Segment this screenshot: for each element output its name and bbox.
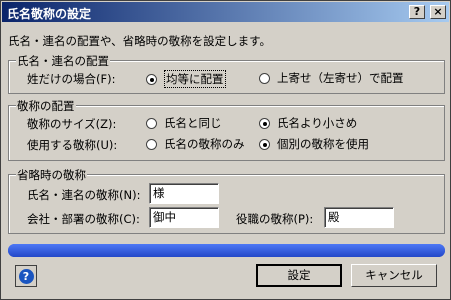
radio-top-align-placement[interactable]: 上寄せ（左寄せ）で配置 [259,70,404,86]
radio-label: 個別の敬称を使用 [277,137,369,151]
radio-label: 均等に配置 [164,70,226,88]
honorific-placement-group: 敬称の配置 敬称のサイズ(Z): 氏名と同じ 氏名より小さめ 使用する敬称(U)… [8,98,445,161]
radio-smaller-than-name[interactable]: 氏名より小さめ [259,115,357,131]
radio-indicator [259,117,270,129]
radio-label: 上寄せ（左寄せ）で配置 [277,71,404,85]
radio-label: 氏名より小さめ [277,116,358,130]
company-honorific-input[interactable]: 御中 [149,207,219,228]
radio-individual-honorific[interactable]: 個別の敬称を使用 [259,136,369,152]
radio-indicator [259,72,270,84]
placement-group: 氏名・連名の配置 姓だけの場合(F): 均等に配置 上寄せ（左寄せ）で配置 [8,53,445,94]
surname-only-label: 姓だけの場合(F): [27,72,116,86]
radio-even-placement[interactable]: 均等に配置 [146,70,226,88]
radio-same-as-name[interactable]: 氏名と同じ [146,115,222,131]
placement-legend: 氏名・連名の配置 [16,53,110,69]
position-honorific-label: 役職の敬称(P): [236,212,314,226]
radio-indicator [146,117,157,129]
window-title: 氏名敬称の設定 [7,7,92,21]
radio-indicator [146,73,157,85]
name-honorific-input[interactable]: 様 [149,183,219,204]
default-honorific-group: 省略時の敬称 氏名・連名の敬称(N): 様 会社・部署の敬称(C): 御中 役職… [8,167,445,234]
radio-name-honorific-only[interactable]: 氏名の敬称のみ [146,136,245,152]
radio-indicator [259,138,270,150]
ok-button[interactable]: 設定 [256,264,342,287]
progress-fill [8,244,445,257]
close-icon[interactable]: × [430,5,446,19]
help-icon: ? [18,268,34,284]
company-honorific-label: 会社・部署の敬称(C): [27,212,140,226]
honorific-size-label: 敬称のサイズ(Z): [27,117,117,131]
position-honorific-input[interactable]: 殿 [324,207,394,228]
dialog-window: 氏名敬称の設定 ? × 氏名・連名の配置や、省略時の敬称を設定します。 氏名・連… [0,0,451,300]
radio-label: 氏名と同じ [164,116,222,130]
honorific-use-label: 使用する敬称(U): [27,138,118,152]
help-button[interactable]: ? [15,265,37,287]
progress-bar [8,244,445,257]
default-honorific-legend: 省略時の敬称 [16,167,87,183]
intro-text: 氏名・連名の配置や、省略時の敬称を設定します。 [8,34,272,48]
honorific-placement-legend: 敬称の配置 [16,98,76,114]
title-bar[interactable]: 氏名敬称の設定 ? × [2,2,449,22]
name-honorific-label: 氏名・連名の敬称(N): [27,188,141,202]
radio-indicator [146,138,157,150]
radio-label: 氏名の敬称のみ [164,137,245,151]
help-icon[interactable]: ? [409,5,425,19]
cancel-button[interactable]: キャンセル [351,264,437,287]
